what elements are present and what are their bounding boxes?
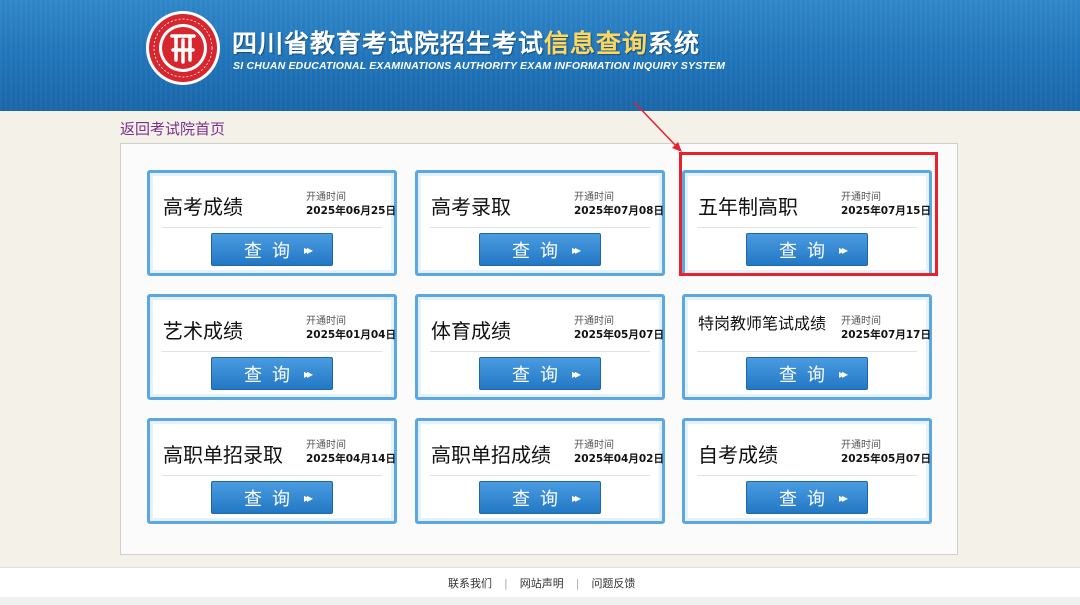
open-date: 2025年04月14日 (306, 453, 396, 465)
bottom-bar (0, 597, 1080, 605)
card-title: 体育成绩 (431, 319, 511, 343)
card-title: 高职单招录取 (163, 443, 283, 467)
card-title: 高职单招成绩 (431, 443, 551, 467)
separator: | (504, 577, 508, 590)
system-title: 四川省教育考试院招生考试信息查询系统 (232, 29, 701, 58)
open-date: 2025年07月17日 (841, 329, 931, 341)
card-title: 艺术成绩 (163, 319, 243, 343)
footer-link-contact[interactable]: 联系我们 (448, 577, 492, 590)
card-self-study-exam-score: 自考成绩 开通时间 2025年05月07日 查询 ▸▸ (682, 418, 932, 524)
card-title: 高考录取 (431, 195, 511, 219)
query-button[interactable]: 查询 ▸▸ (746, 481, 868, 514)
card-vocational-single-score: 高职单招成绩 开通时间 2025年04月02日 查询 ▸▸ (415, 418, 665, 524)
open-date: 2025年06月25日 (306, 205, 396, 217)
open-date: 2025年01月04日 (306, 329, 396, 341)
open-date: 2025年07月08日 (574, 205, 664, 217)
query-button[interactable]: 查询 ▸▸ (211, 233, 333, 266)
query-button[interactable]: 查询 ▸▸ (211, 481, 333, 514)
open-time-label: 开通时间 (574, 440, 614, 451)
card-title: 特岗教师笔试成绩 (698, 314, 827, 333)
open-date: 2025年05月07日 (574, 329, 664, 341)
divider (162, 475, 382, 476)
card-title: 高考成绩 (163, 195, 243, 219)
divider (162, 351, 382, 352)
query-button[interactable]: 查询 ▸▸ (211, 357, 333, 390)
open-time-label: 开通时间 (574, 192, 614, 203)
footer-link-statement[interactable]: 网站声明 (520, 577, 564, 590)
double-chevron-right-icon: ▸▸ (571, 490, 581, 505)
query-button[interactable]: 查询 ▸▸ (479, 233, 601, 266)
open-time-label: 开通时间 (841, 316, 881, 327)
double-chevron-right-icon: ▸▸ (571, 366, 581, 381)
query-button[interactable]: 查询 ▸▸ (479, 357, 601, 390)
footer: 联系我们 | 网站声明 | 问题反馈 (0, 567, 1080, 598)
double-chevron-right-icon: ▸▸ (571, 242, 581, 257)
divider (430, 351, 650, 352)
system-subtitle: SI CHUAN EDUCATIONAL EXAMINATIONS AUTHOR… (233, 60, 726, 72)
header-banner: 四川省教育考试院招生考试信息查询系统 SI CHUAN EDUCATIONAL … (0, 0, 1080, 111)
divider (430, 475, 650, 476)
card-sports-score: 体育成绩 开通时间 2025年05月07日 查询 ▸▸ (415, 294, 665, 400)
card-art-score: 艺术成绩 开通时间 2025年01月04日 查询 ▸▸ (147, 294, 397, 400)
card-special-teacher-exam-score: 特岗教师笔试成绩 开通时间 2025年07月17日 查询 ▸▸ (682, 294, 932, 400)
footer-links: 联系我们 | 网站声明 | 问题反馈 (448, 575, 635, 591)
card-gaokao-score: 高考成绩 开通时间 2025年06月25日 查询 ▸▸ (147, 170, 397, 276)
double-chevron-right-icon: ▸▸ (838, 366, 848, 381)
open-date: 2025年04月02日 (574, 453, 664, 465)
double-chevron-right-icon: ▸▸ (838, 490, 848, 505)
exam-authority-logo-icon (146, 11, 220, 85)
double-chevron-right-icon: ▸▸ (303, 490, 313, 505)
open-time-label: 开通时间 (306, 192, 346, 203)
annotation-highlight-box (679, 152, 938, 276)
separator: | (575, 577, 580, 590)
footer-link-feedback[interactable]: 问题反馈 (591, 577, 635, 590)
double-chevron-right-icon: ▸▸ (303, 242, 313, 257)
open-date: 2025年05月07日 (841, 453, 931, 465)
open-time-label: 开通时间 (841, 440, 881, 451)
divider (697, 351, 917, 352)
divider (697, 475, 917, 476)
query-button[interactable]: 查询 ▸▸ (746, 357, 868, 390)
back-to-homepage-link[interactable]: 返回考试院首页 (120, 118, 225, 139)
card-title: 自考成绩 (698, 443, 778, 467)
double-chevron-right-icon: ▸▸ (303, 366, 313, 381)
divider (430, 227, 650, 228)
card-vocational-single-admission: 高职单招录取 开通时间 2025年04月14日 查询 ▸▸ (147, 418, 397, 524)
annotation-arrow-icon (633, 101, 682, 152)
open-time-label: 开通时间 (574, 316, 614, 327)
divider (162, 227, 382, 228)
open-time-label: 开通时间 (306, 316, 346, 327)
open-time-label: 开通时间 (306, 440, 346, 451)
card-gaokao-admission: 高考录取 开通时间 2025年07月08日 查询 ▸▸ (415, 170, 665, 276)
query-button[interactable]: 查询 ▸▸ (479, 481, 601, 514)
